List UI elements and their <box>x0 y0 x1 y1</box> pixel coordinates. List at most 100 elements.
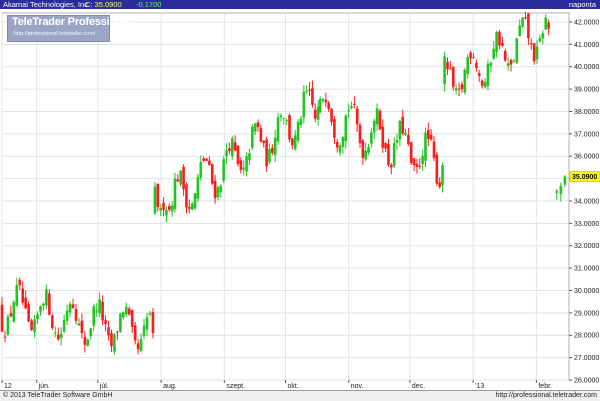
candle-up <box>159 207 162 211</box>
candle-up <box>441 165 444 186</box>
candle-up <box>370 132 373 144</box>
footer-link[interactable]: http://professional.teletrader.com <box>495 392 597 399</box>
candle-down <box>185 184 188 208</box>
candle-down <box>182 166 185 190</box>
candle-up <box>170 205 174 212</box>
candle-down <box>83 336 87 345</box>
candle-down <box>333 119 336 138</box>
candle-up <box>89 328 93 337</box>
candle-up <box>279 115 283 118</box>
candle-down <box>71 304 75 309</box>
candle-down <box>291 138 294 146</box>
candle-down <box>527 13 530 39</box>
candle-up <box>372 121 376 133</box>
candle-down <box>210 163 214 184</box>
candle-down <box>0 304 4 332</box>
logo-url: http://professional.teletrader.com/ <box>14 31 96 37</box>
candle-up <box>486 63 490 86</box>
candle-down <box>355 108 359 125</box>
candle-down <box>176 179 180 182</box>
candle-up <box>53 332 57 334</box>
candle-up <box>535 46 539 60</box>
x-tick-label: 12 <box>4 383 12 390</box>
candle-up <box>347 110 350 112</box>
x-tick-label: dec. <box>412 383 425 390</box>
candle-up <box>515 38 519 63</box>
candle-up <box>282 117 286 119</box>
candle-up <box>86 339 90 346</box>
candle-up <box>139 339 143 352</box>
candle-down <box>156 183 160 207</box>
y-tick-label: 30.0000 <box>574 288 599 295</box>
candle-up <box>521 17 524 27</box>
candle-down <box>412 158 416 166</box>
candle-up <box>119 313 122 332</box>
candle-up <box>367 147 370 153</box>
candle-up <box>39 306 42 312</box>
candle-down <box>236 145 240 164</box>
candle-down <box>418 165 422 167</box>
candle-up <box>344 115 348 142</box>
candle-up <box>443 56 446 85</box>
candle-up <box>338 145 342 153</box>
y-tick-label: 27.0000 <box>574 355 599 362</box>
candle-down <box>401 116 405 134</box>
candle-up <box>59 333 63 338</box>
candle-up <box>424 132 427 161</box>
candle-up <box>45 289 48 306</box>
candle-down <box>324 100 328 103</box>
candle-down <box>74 308 78 321</box>
candle-down <box>256 122 260 127</box>
candle-down <box>308 89 311 91</box>
candle-up <box>364 150 368 160</box>
candle-up <box>483 81 487 88</box>
candle-down <box>228 148 231 152</box>
candle-up <box>222 159 225 181</box>
y-tick-label: 41.0000 <box>574 42 599 49</box>
candle-down <box>24 297 27 309</box>
y-tick-label: 36.0000 <box>574 154 599 161</box>
candlestick-chart[interactable]: 26.0000 27.0000 28.0000 29.0000 30.0000 31.00… <box>0 9 600 390</box>
candle-down <box>233 142 237 151</box>
candle-up <box>77 323 81 326</box>
candle-up <box>563 176 567 185</box>
candle-down <box>101 301 104 321</box>
candle-down <box>427 130 430 139</box>
y-tick-label: 32.0000 <box>574 243 599 250</box>
candle-up <box>199 161 203 178</box>
candle-down <box>116 331 119 333</box>
x-tick-label: aug. <box>163 383 177 390</box>
candle-up <box>398 120 402 140</box>
candle-up <box>395 139 399 143</box>
candle-up <box>42 303 45 306</box>
candle-down <box>529 43 533 45</box>
candle-up <box>253 123 257 132</box>
candle-down <box>524 17 527 19</box>
footer-copyright: © 2013 TeleTrader Software GmbH <box>3 392 113 399</box>
y-tick-label: 39.0000 <box>574 87 599 94</box>
candle-up <box>392 143 396 166</box>
candle-down <box>205 158 208 161</box>
candle-down <box>239 160 243 171</box>
last-price-label: 35.0900 <box>572 174 597 181</box>
candle-up <box>492 48 496 59</box>
candle-down <box>353 103 356 105</box>
candle-up <box>350 106 353 109</box>
candle-down <box>432 141 436 158</box>
candle-down <box>451 66 455 88</box>
candle-down <box>460 84 464 89</box>
candle-up <box>33 319 36 332</box>
candle-up <box>248 153 251 160</box>
logo-name: TeleTrader Professional <box>12 16 132 28</box>
candle-up <box>285 120 288 122</box>
y-tick-label: 31.0000 <box>574 266 599 273</box>
candle-down <box>475 62 478 68</box>
candle-up <box>95 310 98 312</box>
candle-up <box>12 302 16 322</box>
candle-down <box>213 180 217 199</box>
candle-up <box>506 63 510 66</box>
candle-down <box>56 334 60 340</box>
candle-down <box>271 147 274 153</box>
candle-down <box>509 60 513 65</box>
candle-down <box>288 115 291 140</box>
